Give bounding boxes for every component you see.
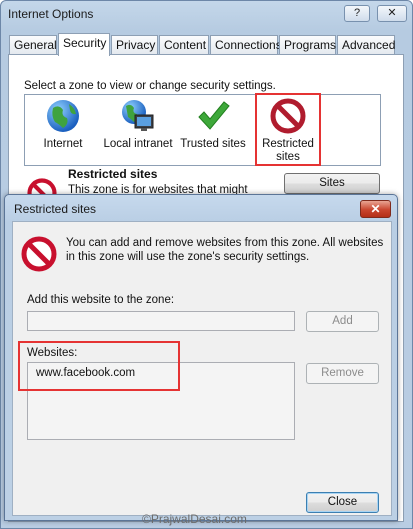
tab-programs[interactable]: Programs: [279, 35, 336, 55]
restricted-zone-highlight: [255, 93, 321, 166]
tab-advanced[interactable]: Advanced: [337, 35, 395, 55]
add-button[interactable]: Add: [306, 311, 379, 332]
help-button[interactable]: ?: [344, 5, 370, 22]
zone-trusted-sites-label: Trusted sites: [180, 138, 246, 150]
checkmark-icon: [198, 101, 230, 130]
zone-local-intranet[interactable]: Local intranet: [100, 98, 176, 151]
globe-icon: [47, 100, 79, 132]
zone-prompt: Select a zone to view or change security…: [24, 80, 276, 92]
watermark: ©PrajwalDesai.com: [142, 512, 247, 526]
window-close-button[interactable]: ✕: [377, 5, 407, 22]
zone-internet-label: Internet: [43, 138, 83, 150]
tab-connections[interactable]: Connections: [210, 35, 282, 55]
dialog-info-text: You can add and remove websites from thi…: [66, 237, 384, 263]
tab-general[interactable]: General: [9, 35, 57, 55]
sites-button[interactable]: Sites: [284, 173, 380, 194]
close-button[interactable]: Close: [306, 492, 379, 513]
restricted-info-icon: [21, 236, 57, 272]
zone-trusted-sites[interactable]: Trusted sites: [178, 98, 248, 151]
intranet-icon: [122, 100, 154, 131]
add-website-label: Add this website to the zone:: [27, 294, 175, 306]
websites-highlight: [18, 341, 180, 391]
window-title: Internet Options: [8, 7, 94, 21]
zone-local-intranet-label: Local intranet: [103, 138, 173, 150]
selected-zone-description: This zone is for websites that might: [68, 184, 248, 194]
tab-content[interactable]: Content: [159, 35, 209, 55]
dialog-close-x-button[interactable]: ✕: [360, 200, 391, 218]
tab-privacy[interactable]: Privacy: [111, 35, 158, 55]
zone-internet[interactable]: Internet: [38, 98, 88, 151]
remove-button[interactable]: Remove: [306, 363, 379, 384]
selected-zone-title: Restricted sites: [68, 167, 158, 181]
dialog-title: Restricted sites: [14, 202, 97, 216]
tab-security[interactable]: Security: [58, 33, 110, 56]
add-website-input[interactable]: [27, 311, 295, 331]
